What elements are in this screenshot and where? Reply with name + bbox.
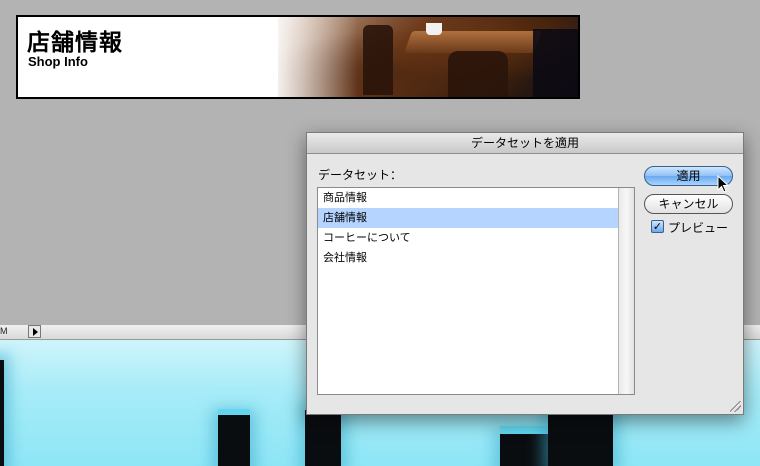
dark-block	[0, 360, 4, 466]
banner-title: 店舗情報	[27, 30, 123, 56]
photo-chair	[533, 29, 578, 97]
dataset-list[interactable]: 商品情報 店舗情報 コーヒーについて 会社情報	[317, 187, 635, 395]
dataset-label: データセット：	[318, 168, 403, 182]
photo-chair	[363, 25, 393, 95]
photo-chair	[448, 51, 508, 97]
cancel-button[interactable]: キャンセル	[644, 194, 733, 214]
list-item[interactable]: 商品情報	[318, 188, 620, 208]
strip-text: M	[0, 326, 8, 336]
banner-subtitle: Shop Info	[28, 54, 88, 69]
play-arrow-icon[interactable]	[28, 325, 41, 338]
dialog-title[interactable]: データセットを適用	[307, 133, 743, 154]
preview-label: プレビュー	[668, 221, 729, 235]
dark-block	[218, 415, 250, 466]
photo-table	[403, 31, 543, 53]
list-scrollbar[interactable]	[618, 188, 634, 394]
dark-block	[548, 410, 613, 466]
dark-block	[305, 410, 341, 466]
apply-dataset-dialog: データセットを適用 データセット： 商品情報 店舗情報 コーヒーについて 会社情…	[306, 132, 744, 415]
list-item-selected[interactable]: 店舗情報	[318, 208, 620, 228]
banner-fade	[268, 17, 358, 97]
mouse-cursor-icon	[717, 175, 730, 193]
list-item[interactable]: コーヒーについて	[318, 228, 620, 248]
dark-block	[500, 434, 550, 466]
photo-cup	[426, 23, 442, 35]
preview-checkbox[interactable]: ✓	[651, 220, 664, 233]
resize-grip-icon[interactable]	[730, 401, 741, 412]
shop-info-banner: 店舗情報 Shop Info	[16, 15, 580, 99]
list-item[interactable]: 会社情報	[318, 248, 620, 268]
